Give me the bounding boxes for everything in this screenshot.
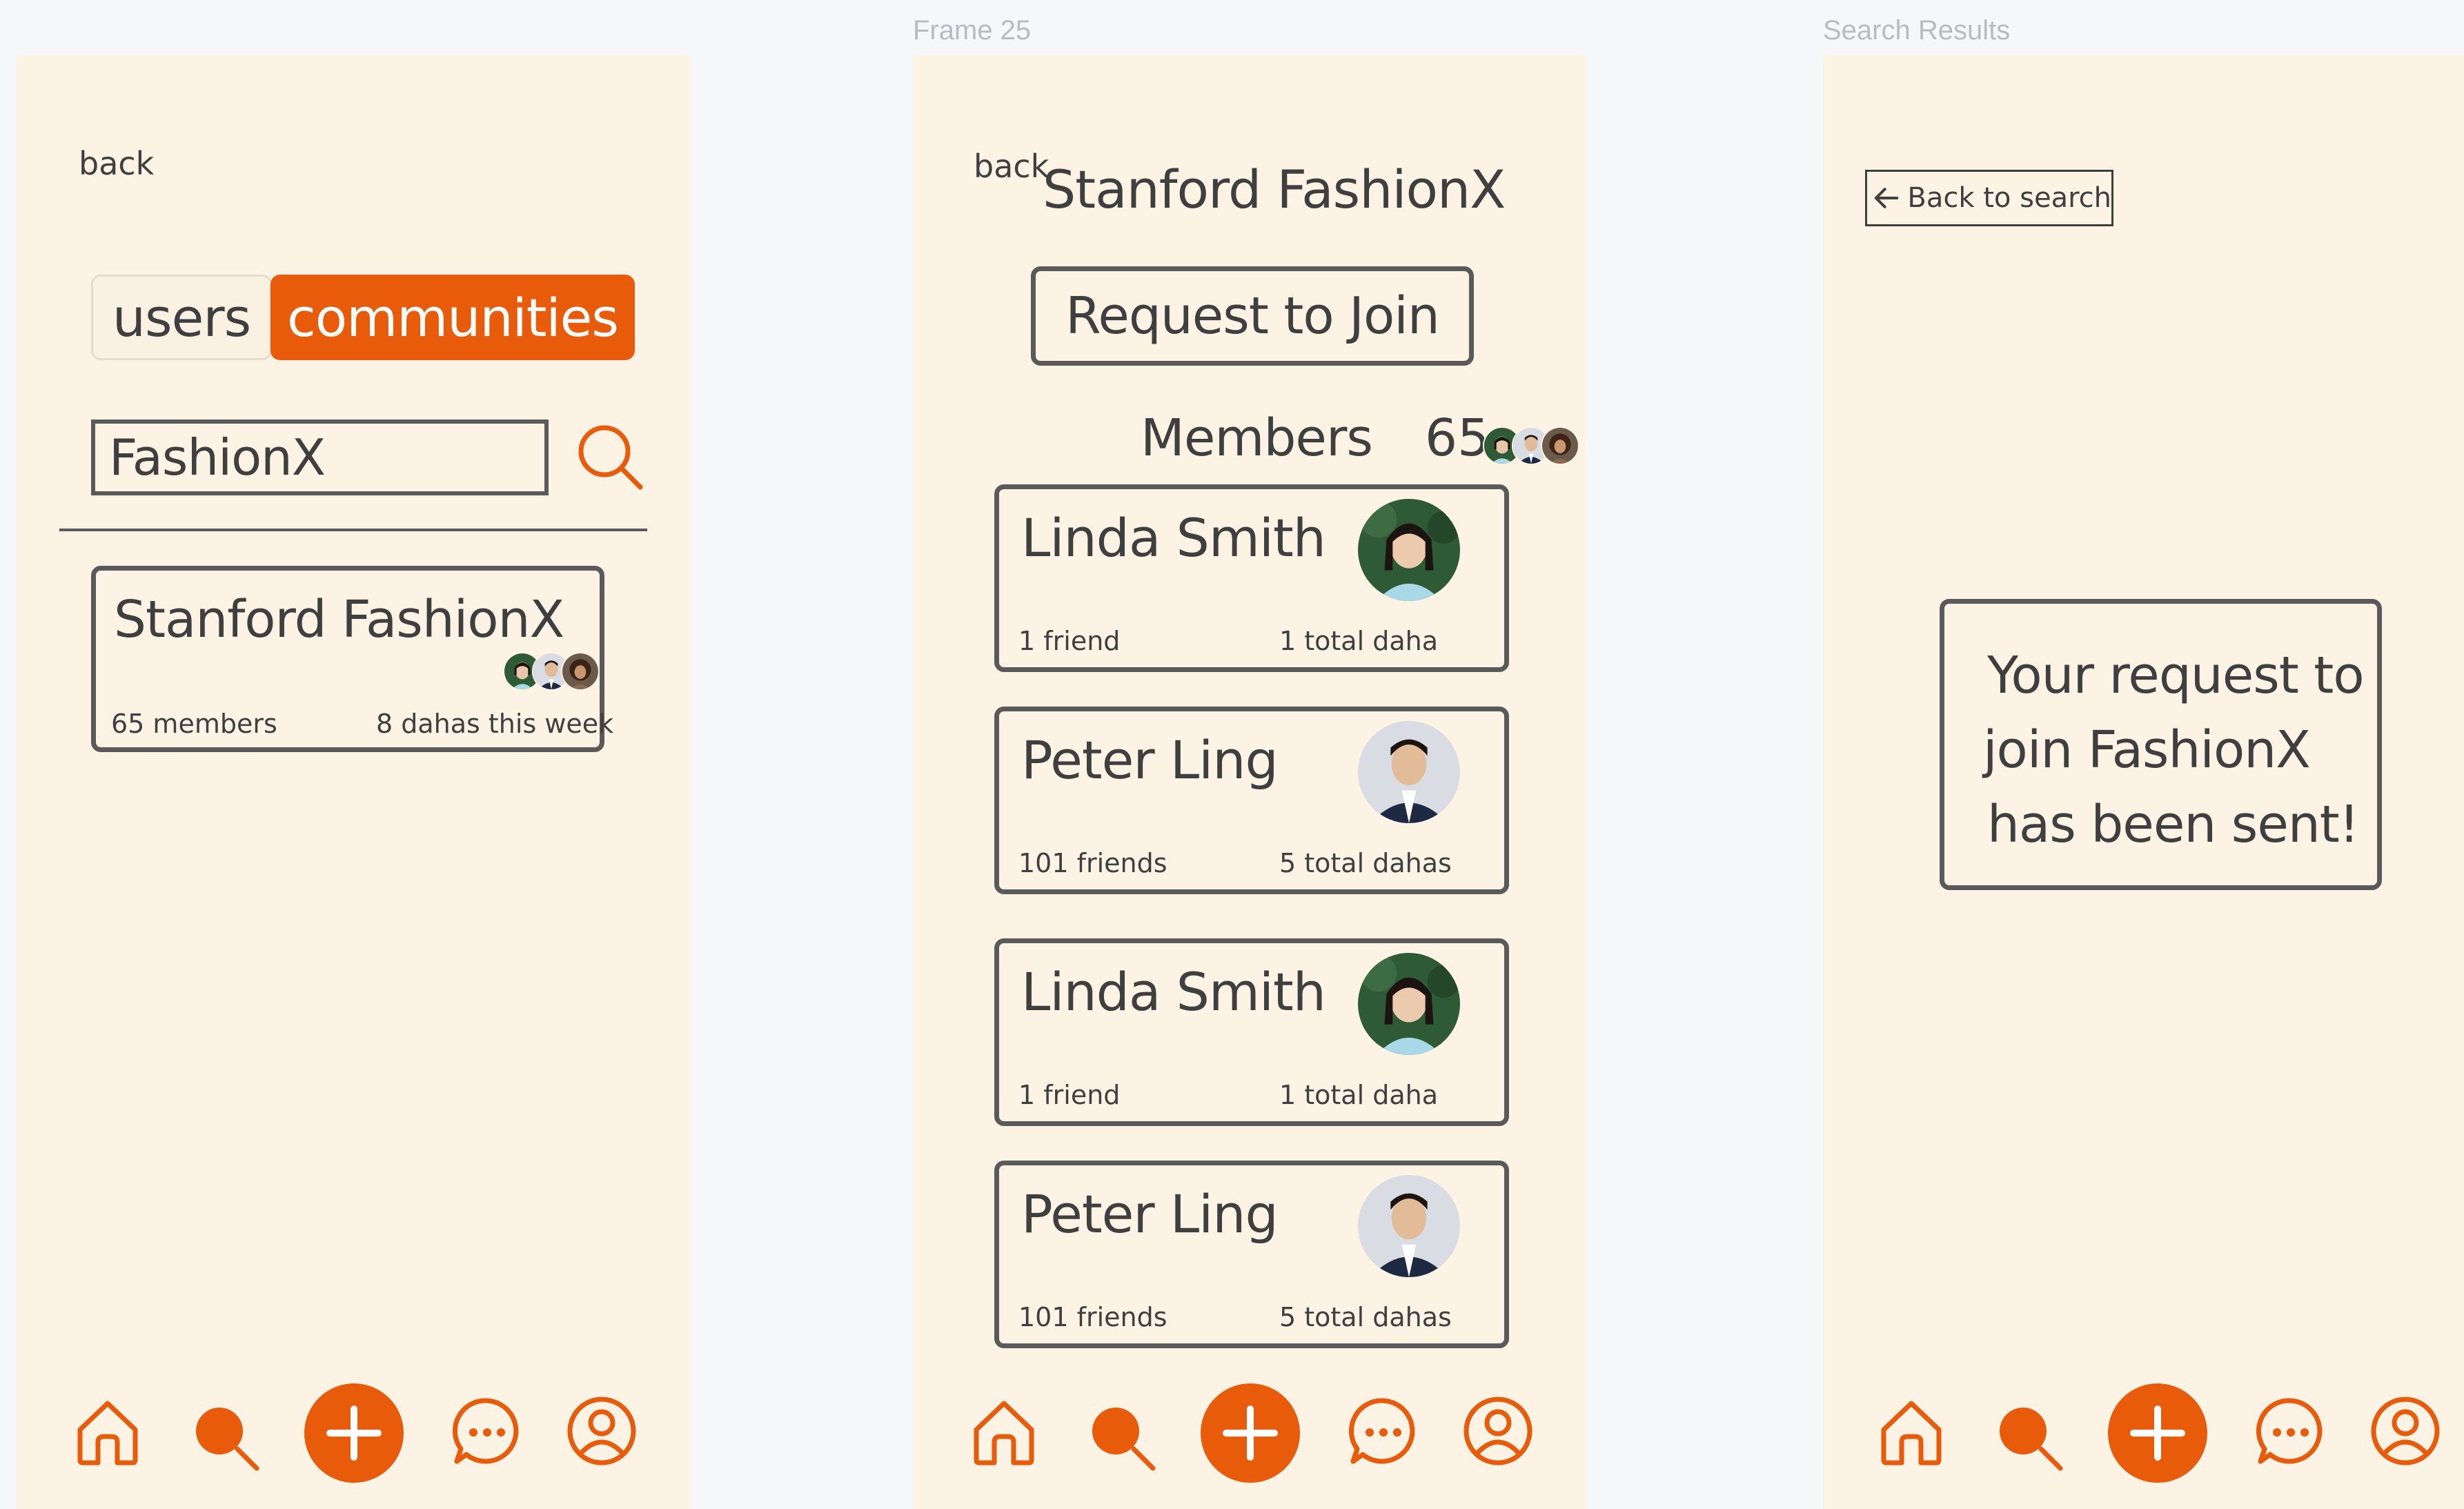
home-icon: [77, 1401, 138, 1466]
friend-count: 1 friend: [1018, 1080, 1121, 1110]
members-count: 65: [1425, 408, 1490, 468]
back-to-search-label: Back to search: [1907, 182, 2111, 214]
plus-icon: [1201, 1383, 1300, 1483]
nav-profile[interactable]: [2369, 1395, 2441, 1467]
plus-icon: [2108, 1383, 2207, 1483]
nav-profile[interactable]: [1462, 1395, 1534, 1467]
nav-profile[interactable]: [566, 1395, 638, 1467]
nav-home[interactable]: [1877, 1398, 1946, 1467]
member-card[interactable]: Linda Smith 1 friend 1 total daha: [994, 484, 1509, 672]
member-avatar-stack: [1483, 426, 1579, 465]
chat-icon: [452, 1398, 519, 1464]
back-link[interactable]: back: [974, 148, 1049, 185]
avatar: [561, 652, 600, 691]
weekly-activity: 8 dahas this week: [376, 709, 614, 739]
bottom-nav: [913, 1380, 1586, 1490]
message-line: join FashionX: [1983, 720, 2311, 780]
back-to-search-button[interactable]: Back to search: [1865, 170, 2113, 226]
woman-avatar-icon: [1358, 499, 1460, 601]
nav-messages[interactable]: [2255, 1395, 2327, 1467]
request-to-join-button[interactable]: Request to Join: [1031, 266, 1474, 366]
frame-label-search-results: Search Results: [1823, 15, 2011, 46]
member-card[interactable]: Peter Ling 101 friends 5 total dahas: [994, 707, 1509, 894]
profile-icon: [1463, 1397, 1532, 1466]
request-sent-message: Your request to join FashionX has been s…: [1940, 599, 2382, 890]
community-screen: back Stanford FashionX Request to Join M…: [913, 55, 1586, 1509]
back-link[interactable]: back: [79, 145, 154, 182]
profile-icon: [567, 1397, 636, 1466]
search-icon: [2000, 1408, 2063, 1471]
nav-home[interactable]: [73, 1398, 142, 1467]
avatar: [1358, 953, 1460, 1055]
daha-count: 1 total daha: [1279, 1080, 1439, 1110]
search-icon: [578, 425, 643, 490]
search-screen: back users communities FashionX Stanford…: [17, 55, 690, 1509]
member-name: Peter Ling: [1021, 729, 1279, 791]
divider: [59, 529, 647, 531]
profile-icon: [2371, 1397, 2440, 1466]
member-name: Peter Ling: [1021, 1183, 1279, 1245]
woman-avatar-icon: [1358, 953, 1460, 1055]
search-button[interactable]: [574, 421, 650, 497]
frame-label-frame-25: Frame 25: [913, 15, 1032, 46]
community-name: Stanford FashionX: [114, 590, 564, 649]
daha-count: 5 total dahas: [1279, 848, 1452, 878]
nav-add[interactable]: [1200, 1383, 1301, 1483]
member-card[interactable]: Linda Smith 1 friend 1 total daha: [994, 938, 1509, 1126]
search-type-tabs: users communities: [91, 275, 635, 360]
daha-count: 1 total daha: [1279, 626, 1439, 656]
nav-messages[interactable]: [1348, 1395, 1419, 1467]
message-line: has been sent!: [1987, 795, 2359, 854]
friend-count: 101 friends: [1018, 848, 1167, 878]
nav-search[interactable]: [1991, 1399, 2067, 1475]
nav-home[interactable]: [969, 1398, 1038, 1467]
chat-icon: [1348, 1398, 1415, 1464]
person-avatar-icon: [562, 653, 598, 689]
member-count: 65 members: [111, 709, 277, 739]
request-sent-screen: Back to search Your request to join Fash…: [1823, 55, 2464, 1509]
member-avatar-stack: [503, 652, 600, 691]
member-name: Linda Smith: [1021, 961, 1326, 1023]
community-result-card[interactable]: Stanford FashionX 65 members 8 dahas thi…: [91, 566, 613, 752]
nav-add[interactable]: [2107, 1383, 2208, 1483]
arrow-left-icon: [1874, 188, 1899, 208]
search-icon: [1092, 1408, 1156, 1471]
plus-icon: [304, 1383, 404, 1483]
message-line: Your request to: [1987, 646, 2365, 705]
search-icon: [196, 1408, 259, 1471]
nav-search[interactable]: [188, 1399, 264, 1475]
bottom-nav: [1823, 1380, 2464, 1490]
nav-search[interactable]: [1084, 1399, 1160, 1475]
tab-communities[interactable]: communities: [270, 275, 635, 360]
home-icon: [1881, 1401, 1942, 1466]
avatar: [1358, 1175, 1460, 1277]
daha-count: 5 total dahas: [1279, 1302, 1452, 1332]
page-title: Stanford FashionX: [1043, 159, 1506, 220]
avatar: [1358, 721, 1460, 823]
nav-add[interactable]: [304, 1383, 404, 1483]
nav-messages[interactable]: [451, 1395, 523, 1467]
tab-users[interactable]: users: [91, 275, 272, 360]
bottom-nav: [17, 1380, 690, 1490]
search-input[interactable]: FashionX: [91, 420, 549, 495]
man-avatar-icon: [1358, 721, 1460, 823]
home-icon: [974, 1401, 1034, 1466]
member-card[interactable]: Peter Ling 101 friends 5 total dahas: [994, 1161, 1509, 1348]
friend-count: 101 friends: [1018, 1302, 1167, 1332]
members-heading: Members: [1141, 408, 1373, 468]
avatar: [1541, 426, 1579, 465]
friend-count: 1 friend: [1018, 626, 1121, 656]
person-avatar-icon: [1542, 428, 1578, 464]
member-name: Linda Smith: [1021, 507, 1326, 569]
man-avatar-icon: [1358, 1175, 1460, 1277]
avatar: [1358, 499, 1460, 601]
chat-icon: [2256, 1398, 2323, 1464]
